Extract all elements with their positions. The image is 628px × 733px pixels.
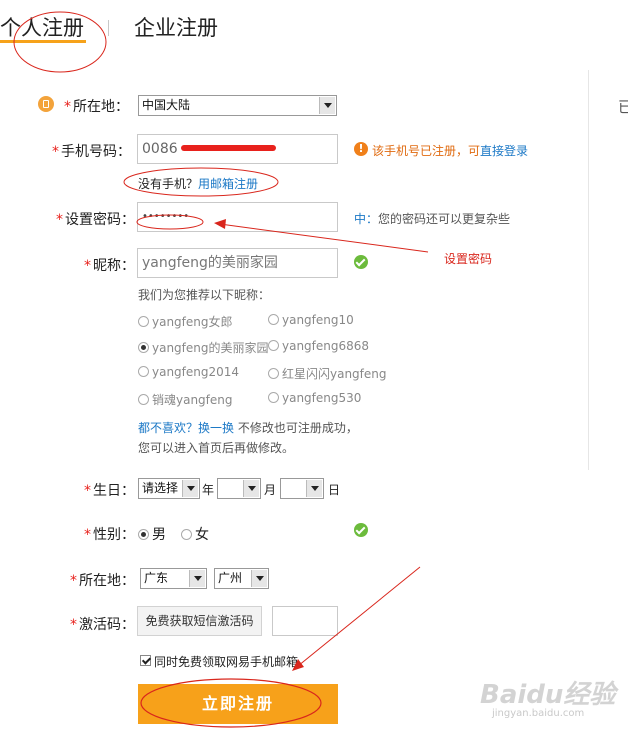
annotation-ellipse [13, 11, 107, 73]
annotation-arrow [297, 566, 421, 667]
annotation-ellipse [136, 214, 204, 230]
annotation-arrowhead [214, 219, 226, 229]
annotation-ellipse [123, 167, 279, 197]
annotation-ellipse [140, 678, 322, 728]
watermark-logo: Baidu经验 [480, 680, 616, 710]
annotation-overlay [13, 11, 429, 728]
annotation-arrow [219, 223, 429, 253]
watermark-url: jingyan.baidu.com [492, 708, 585, 719]
annotation-arrowhead [292, 659, 304, 671]
annotation-set-password-label: 设置密码 [444, 252, 493, 266]
